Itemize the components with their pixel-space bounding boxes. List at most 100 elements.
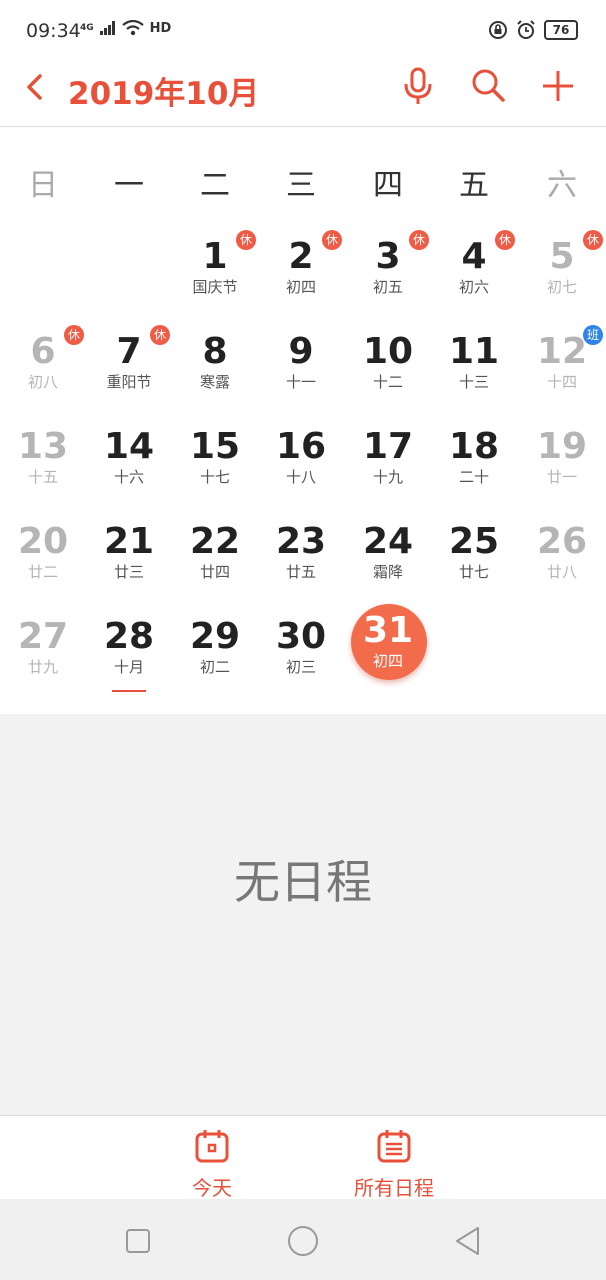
lunar-date: 廿八 [546,563,577,581]
day-cell-27[interactable]: 27 廿九 [0,602,86,692]
day-number: 11 [448,331,500,372]
day-number: 24 [362,521,414,562]
lunar-date: 初六 [458,278,489,296]
lunar-date: 廿九 [27,658,58,676]
add-event-button[interactable] [540,66,576,106]
weekday-wed: 三 [286,168,316,203]
lunar-date: 廿二 [27,563,58,581]
day-cell-5[interactable]: 5 初七休 [519,222,605,312]
day-cell-6[interactable]: 6 初八休 [0,317,86,407]
home-button[interactable] [283,1221,323,1261]
day-cell-1[interactable]: 1 国庆节休 [172,222,258,312]
calendar-grid: 1 国庆节休 2 初四休 3 初五休 4 初六休 5 初七休 6 初八休 7 重阳节休 8 寒露 9 十一 10 十二… [0,222,606,712]
day-cell-17[interactable]: 17 十九 [345,412,431,502]
day-cell-9[interactable]: 9 十一 [258,317,344,407]
tab-all-events[interactable]: 所有日程 [334,1128,454,1201]
lunar-date: 初七 [546,278,577,296]
bottom-tab-bar: 今天 所有日程 [0,1115,606,1200]
day-cell-16[interactable]: 16 十八 [258,412,344,502]
lunar-date: 十六 [113,468,144,486]
day-number: 18 [448,426,500,467]
lunar-date: 初三 [285,658,316,676]
day-cell-18[interactable]: 18 二十 [431,412,517,502]
day-cell-13[interactable]: 13 十五 [0,412,86,502]
lunar-date: 二十 [458,468,489,486]
day-cell-12[interactable]: 12 十四班 [519,317,605,407]
lunar-date: 十二 [372,373,403,391]
system-nav-bar [0,1199,606,1280]
day-number: 27 [17,616,69,657]
day-number: 22 [189,521,241,562]
day-cell-31[interactable]: 31 初四 [345,602,431,692]
day-cell-2[interactable]: 2 初四休 [258,222,344,312]
month-title[interactable]: 2019年10月 [68,68,259,113]
day-number: 30 [275,616,327,657]
day-number: 15 [189,426,241,467]
day-cell-25[interactable]: 25 廿七 [431,507,517,597]
weekday-tue: 二 [200,168,230,203]
lunar-date: 初二 [199,658,230,676]
day-cell-3[interactable]: 3 初五休 [345,222,431,312]
day-cell-28[interactable]: 28 十月 [86,602,172,692]
day-cell-7[interactable]: 7 重阳节休 [86,317,172,407]
lunar-date: 初四 [285,278,316,296]
day-number: 14 [103,426,155,467]
day-cell-22[interactable]: 22 廿四 [172,507,258,597]
status-time: 09:34 [26,20,81,42]
lunar-date: 十八 [285,468,316,486]
day-cell-24[interactable]: 24 霜降 [345,507,431,597]
day-number: 31 [362,610,414,651]
nav-back-button[interactable] [448,1221,488,1261]
app-header: 2019年10月 [0,60,606,127]
search-icon [472,69,505,102]
status-bar: 09:34 4G HD 76 [0,0,606,60]
back-button[interactable] [20,70,50,104]
tab-today[interactable]: 今天 [152,1128,272,1201]
day-number: 19 [536,426,588,467]
lunar-date: 寒露 [199,373,230,391]
day-cell-26[interactable]: 26 廿八 [519,507,605,597]
day-number: 16 [275,426,327,467]
day-cell-20[interactable]: 20 廿二 [0,507,86,597]
holiday-badge: 休 [409,230,429,250]
day-cell-30[interactable]: 30 初三 [258,602,344,692]
day-number: 28 [103,616,155,657]
hd-label: HD [149,20,172,36]
lunar-date: 十五 [27,468,58,486]
calendar-list-icon [377,1130,411,1163]
day-cell-11[interactable]: 11 十三 [431,317,517,407]
square-icon [126,1229,150,1253]
holiday-badge: 休 [236,230,256,250]
weekday-thu: 四 [373,168,403,203]
lunar-date: 十一 [285,373,316,391]
tab-all-events-label: 所有日程 [354,1176,434,1200]
day-cell-19[interactable]: 19 廿一 [519,412,605,502]
day-number: 10 [362,331,414,372]
day-number: 23 [275,521,327,562]
holiday-badge: 休 [495,230,515,250]
battery-indicator: 76 [544,20,578,40]
lunar-date: 霜降 [372,563,403,581]
day-cell-8[interactable]: 8 寒露 [172,317,258,407]
day-cell-21[interactable]: 21 廿三 [86,507,172,597]
voice-button[interactable] [400,66,436,106]
lunar-date: 十月 [113,658,144,676]
day-cell-10[interactable]: 10 十二 [345,317,431,407]
lunar-date: 十四 [546,373,577,391]
day-number: 20 [17,521,69,562]
lunar-date: 廿五 [285,563,316,581]
search-button[interactable] [470,66,506,106]
triangle-back-icon [456,1227,479,1255]
day-cell-4[interactable]: 4 初六休 [431,222,517,312]
weekday-fri: 五 [459,168,489,203]
lunar-date: 国庆节 [192,278,238,296]
holiday-badge: 休 [64,325,84,345]
day-cell-23[interactable]: 23 廿五 [258,507,344,597]
lunar-date: 初五 [372,278,403,296]
day-cell-29[interactable]: 29 初二 [172,602,258,692]
recents-button[interactable] [118,1221,158,1261]
holiday-badge: 休 [583,230,603,250]
day-cell-15[interactable]: 15 十七 [172,412,258,502]
day-number: 9 [288,331,314,372]
day-cell-14[interactable]: 14 十六 [86,412,172,502]
